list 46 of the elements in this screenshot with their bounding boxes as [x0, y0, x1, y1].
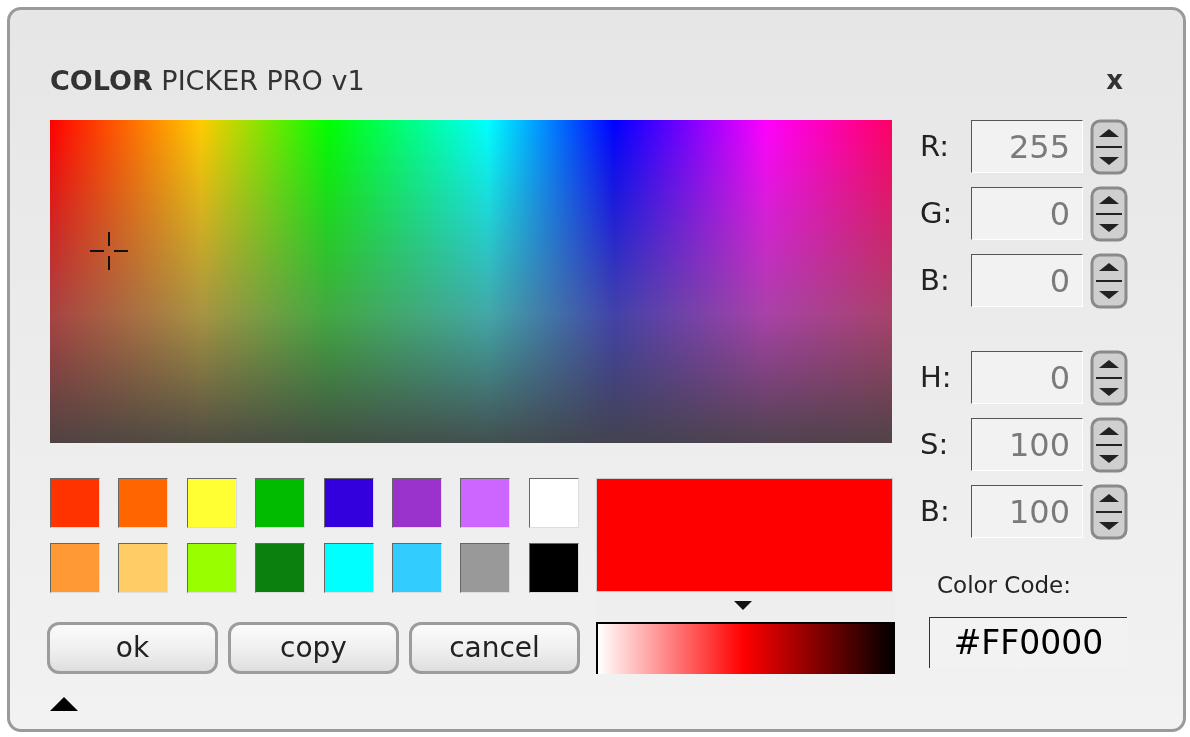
shade-bar[interactable] — [596, 622, 895, 674]
color-code-label: Color Code: — [937, 571, 1072, 600]
dialog-button[interactable]: ok — [47, 622, 218, 674]
field-label: H: — [920, 358, 953, 396]
color-swatch[interactable] — [323, 478, 374, 528]
color-swatch[interactable] — [460, 543, 511, 593]
color-swatch[interactable] — [50, 543, 100, 593]
color-swatch[interactable] — [255, 478, 306, 528]
field-label: B: — [920, 492, 951, 530]
dialog-button[interactable]: copy — [228, 622, 399, 674]
number-field[interactable]: 0 — [971, 351, 1083, 404]
field-label: R: — [920, 127, 951, 165]
dialog-button[interactable]: cancel — [409, 622, 580, 674]
spinner-button[interactable] — [1090, 416, 1128, 473]
shade-marker[interactable] — [733, 601, 752, 610]
color-swatch[interactable] — [391, 543, 442, 593]
color-swatch[interactable] — [118, 478, 169, 528]
number-field[interactable]: 100 — [971, 485, 1083, 538]
close-button[interactable]: x — [1102, 67, 1127, 93]
color-swatch[interactable] — [460, 478, 511, 528]
color-swatch[interactable] — [118, 543, 169, 593]
color-swatch[interactable] — [528, 478, 579, 528]
number-field[interactable]: 255 — [971, 120, 1083, 173]
color-swatch[interactable] — [186, 478, 237, 528]
crosshair-icon — [88, 230, 130, 272]
spinner-button[interactable] — [1090, 185, 1128, 242]
color-swatch[interactable] — [50, 478, 100, 528]
triangle-up-icon[interactable] — [50, 697, 78, 711]
number-field[interactable]: 100 — [971, 418, 1083, 471]
color-spectrum[interactable] — [50, 120, 892, 443]
color-code-field[interactable]: #FF0000 — [929, 616, 1127, 668]
color-swatch[interactable] — [186, 543, 237, 593]
number-field[interactable]: 0 — [971, 187, 1083, 240]
field-label: B: — [920, 261, 951, 299]
color-swatch[interactable] — [391, 478, 442, 528]
field-label: G: — [920, 194, 954, 232]
color-swatch[interactable] — [323, 543, 374, 593]
spinner-button[interactable] — [1090, 483, 1128, 540]
color-swatch[interactable] — [528, 543, 579, 593]
spinner-button[interactable] — [1090, 349, 1128, 406]
spinner-button[interactable] — [1090, 252, 1128, 309]
field-label: S: — [920, 425, 950, 463]
dialog-title: COLOR PICKER PRO v1 — [50, 66, 365, 94]
number-field[interactable]: 0 — [971, 254, 1083, 307]
spinner-button[interactable] — [1090, 118, 1128, 175]
color-swatch[interactable] — [255, 543, 306, 593]
